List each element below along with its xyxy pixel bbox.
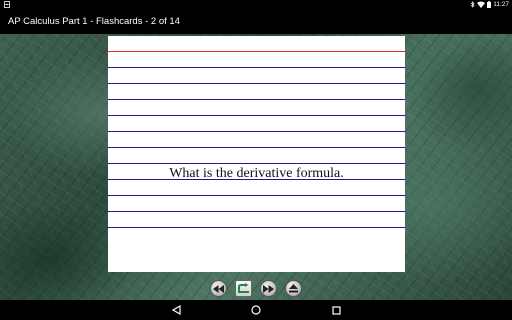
back-button[interactable]: [169, 304, 183, 316]
status-bar: 11:27: [0, 0, 512, 10]
recents-icon: [331, 305, 341, 315]
next-card-button[interactable]: [260, 280, 277, 297]
recents-button[interactable]: [329, 304, 343, 316]
flashcard[interactable]: What is the derivative formula.: [108, 36, 405, 272]
back-icon: [171, 305, 181, 315]
bluetooth-icon: [470, 0, 475, 10]
card-ruled-line: [108, 67, 405, 68]
card-ruled-line: [108, 147, 405, 148]
card-ruled-line: [108, 131, 405, 132]
navigation-bar: [0, 300, 512, 320]
card-ruled-line: [108, 115, 405, 116]
rewind-icon: [213, 284, 224, 293]
eject-icon: [289, 284, 298, 293]
card-controls: [0, 280, 512, 298]
action-bar: AP Calculus Part 1 - Flashcards - 2 of 1…: [0, 10, 512, 34]
eject-button[interactable]: [285, 280, 302, 297]
notification-icon: [4, 1, 10, 8]
card-ruled-line: [108, 211, 405, 212]
card-ruled-line: [108, 99, 405, 100]
app-title: AP Calculus Part 1 - Flashcards - 2 of 1…: [8, 16, 180, 27]
card-ruled-line: [108, 195, 405, 196]
card-ruled-line: [108, 83, 405, 84]
wifi-icon: [477, 1, 486, 10]
card-ruled-line: [108, 163, 405, 164]
status-time: 11:27: [493, 1, 509, 8]
card-margin-line: [108, 51, 405, 52]
battery-icon: [487, 0, 492, 10]
card-ruled-line: [108, 227, 405, 228]
flip-card-icon: [238, 283, 249, 293]
home-icon: [251, 305, 261, 315]
flip-card-button[interactable]: [235, 280, 252, 297]
card-question-text: What is the derivative formula.: [169, 166, 344, 181]
home-button[interactable]: [249, 304, 263, 316]
fast-forward-icon: [263, 284, 274, 293]
previous-card-button[interactable]: [210, 280, 227, 297]
